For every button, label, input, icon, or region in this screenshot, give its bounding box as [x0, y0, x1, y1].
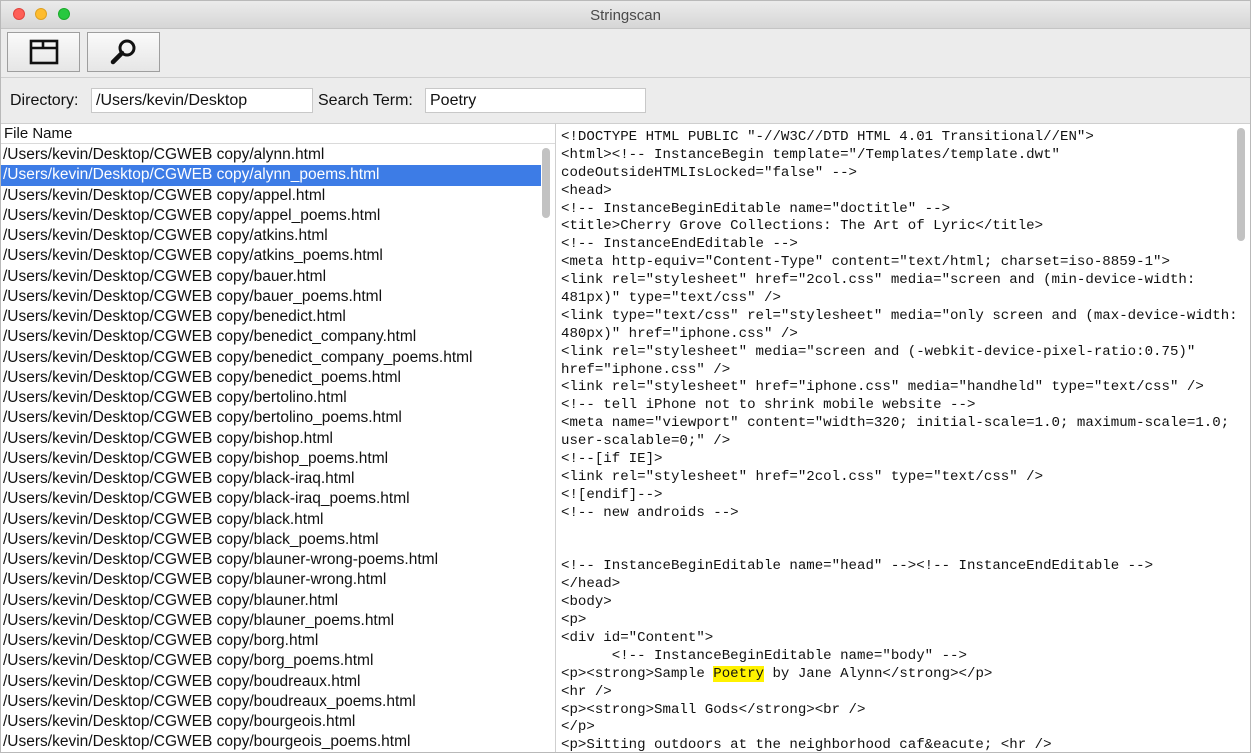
preview-line: <!DOCTYPE HTML PUBLIC "-//W3C//DTD HTML …: [561, 129, 1094, 145]
file-preview-pane: <!DOCTYPE HTML PUBLIC "-//W3C//DTD HTML …: [556, 123, 1250, 753]
file-list-item[interactable]: /Users/kevin/Desktop/CGWEB copy/borg_poe…: [1, 651, 541, 671]
preview-line: <head>: [561, 182, 612, 199]
file-list-item[interactable]: /Users/kevin/Desktop/CGWEB copy/black-ir…: [1, 469, 541, 489]
preview-line: <meta http-equiv="Content-Type" content=…: [561, 254, 1170, 271]
directory-label: Directory:: [10, 92, 79, 109]
preview-line: [561, 523, 1233, 541]
file-list-item[interactable]: /Users/kevin/Desktop/CGWEB copy/black.ht…: [1, 510, 541, 530]
preview-line: </p>: [561, 719, 595, 736]
preview-line: user-scalable=0;" />: [561, 433, 731, 450]
preview-line: <hr />: [561, 683, 612, 700]
file-list-item[interactable]: /Users/kevin/Desktop/CGWEB copy/appel_po…: [1, 206, 541, 226]
folder-icon: [29, 39, 58, 65]
search-term-label: Search Term:: [318, 92, 413, 109]
preview-line: <!-- tell iPhone not to shrink mobile we…: [561, 397, 976, 414]
preview-line: <!-- new androids -->: [561, 504, 739, 521]
preview-scroll-thumb[interactable]: [1237, 128, 1245, 241]
file-list-item[interactable]: /Users/kevin/Desktop/CGWEB copy/benedict…: [1, 368, 541, 388]
preview-line: <div id="Content">: [561, 629, 714, 646]
search-term-input[interactable]: Poetry: [425, 88, 646, 113]
preview-line: <p><strong>Sample Poetry by Jane Alynn</…: [561, 665, 993, 682]
directory-input[interactable]: /Users/kevin/Desktop: [91, 88, 313, 113]
file-list-item[interactable]: /Users/kevin/Desktop/CGWEB copy/bishop_p…: [1, 449, 541, 469]
preview-line: <p>: [561, 612, 587, 629]
preview-line: 481px)" type="text/css" />: [561, 290, 781, 307]
preview-line: codeOutsideHTMLIsLocked="false" -->: [561, 164, 858, 181]
file-list-item[interactable]: /Users/kevin/Desktop/CGWEB copy/atkins.h…: [1, 226, 541, 246]
magnifier-icon: [110, 39, 135, 65]
preview-line: <![endif]-->: [561, 486, 663, 503]
preview-line: <!-- InstanceEndEditable -->: [561, 236, 798, 253]
search-button[interactable]: [87, 32, 160, 72]
preview-line: [561, 540, 1233, 558]
preview-line: <link rel="stylesheet" href="2col.css" m…: [561, 272, 1196, 289]
file-list-item[interactable]: /Users/kevin/Desktop/CGWEB copy/bourgeoi…: [1, 712, 541, 732]
file-list-item[interactable]: /Users/kevin/Desktop/CGWEB copy/atkins_p…: [1, 246, 541, 266]
file-list-item[interactable]: /Users/kevin/Desktop/CGWEB copy/bertolin…: [1, 408, 541, 428]
file-list-scrollbar[interactable]: [541, 146, 552, 752]
preview-line: href="iphone.css" />: [561, 361, 731, 378]
file-list-scroll-thumb[interactable]: [542, 148, 550, 218]
file-list-item[interactable]: /Users/kevin/Desktop/CGWEB copy/bauer.ht…: [1, 267, 541, 287]
preview-line: <link rel="stylesheet" media="screen and…: [561, 343, 1196, 360]
preview-line: <link rel="stylesheet" href="2col.css" t…: [561, 468, 1044, 485]
preview-scrollbar[interactable]: [1236, 126, 1247, 752]
file-list-item[interactable]: /Users/kevin/Desktop/CGWEB copy/benedict…: [1, 327, 541, 347]
preview-line: <link type="text/css" rel="stylesheet" m…: [561, 307, 1238, 324]
file-list-item[interactable]: /Users/kevin/Desktop/CGWEB copy/benedict…: [1, 348, 541, 368]
file-list-item[interactable]: /Users/kevin/Desktop/CGWEB copy/alynn_po…: [1, 165, 541, 186]
search-form: Directory: /Users/kevin/Desktop Search T…: [1, 78, 1250, 122]
file-list-item[interactable]: /Users/kevin/Desktop/CGWEB copy/blauner_…: [1, 611, 541, 631]
file-list-item[interactable]: /Users/kevin/Desktop/CGWEB copy/blauner-…: [1, 550, 541, 570]
preview-line: <body>: [561, 594, 612, 611]
file-list-item[interactable]: /Users/kevin/Desktop/CGWEB copy/appel.ht…: [1, 186, 541, 206]
window-title: Stringscan: [590, 7, 661, 24]
file-list: /Users/kevin/Desktop/CGWEB copy/alynn.ht…: [1, 145, 541, 752]
preview-line: <html><!-- InstanceBegin template="/Temp…: [561, 146, 1060, 163]
file-list-item[interactable]: /Users/kevin/Desktop/CGWEB copy/blauner-…: [1, 570, 541, 590]
preview-line: <!-- InstanceBeginEditable name="head" -…: [561, 558, 1154, 575]
file-list-item[interactable]: /Users/kevin/Desktop/CGWEB copy/borg.htm…: [1, 631, 541, 651]
preview-line: <!-- InstanceBeginEditable name="body" -…: [561, 647, 967, 664]
file-list-item[interactable]: /Users/kevin/Desktop/CGWEB copy/black_po…: [1, 530, 541, 550]
title-bar: Stringscan: [1, 1, 1250, 29]
preview-line: <!-- InstanceBeginEditable name="doctitl…: [561, 200, 951, 217]
file-list-item[interactable]: /Users/kevin/Desktop/CGWEB copy/benedict…: [1, 307, 541, 327]
file-list-item[interactable]: /Users/kevin/Desktop/CGWEB copy/bertolin…: [1, 388, 541, 408]
file-list-item[interactable]: /Users/kevin/Desktop/CGWEB copy/boudreau…: [1, 692, 541, 712]
preview-line: 480px)" href="iphone.css" />: [561, 325, 798, 342]
preview-line: <link rel="stylesheet" href="iphone.css"…: [561, 379, 1204, 396]
file-list-item[interactable]: /Users/kevin/Desktop/CGWEB copy/black-ir…: [1, 489, 541, 509]
preview-line: <!--[if IE]>: [561, 451, 663, 468]
preview-line: <p>Sitting outdoors at the neighborhood …: [561, 737, 1052, 753]
file-list-item[interactable]: /Users/kevin/Desktop/CGWEB copy/boudreau…: [1, 672, 541, 692]
preview-line: </head>: [561, 576, 621, 593]
toolbar: [1, 29, 1250, 78]
preview-line: <meta name="viewport" content="width=320…: [561, 415, 1230, 432]
search-match-highlight: Poetry: [713, 665, 764, 682]
file-list-item[interactable]: /Users/kevin/Desktop/CGWEB copy/alynn.ht…: [1, 145, 541, 165]
file-list-item[interactable]: /Users/kevin/Desktop/CGWEB copy/blauner.…: [1, 591, 541, 611]
file-preview-text[interactable]: <!DOCTYPE HTML PUBLIC "-//W3C//DTD HTML …: [561, 129, 1238, 753]
preview-line: <title>Cherry Grove Collections: The Art…: [561, 218, 1044, 235]
preview-line: <p><strong>Small Gods</strong><br />: [561, 701, 866, 718]
file-name-column-header[interactable]: File Name: [1, 124, 555, 144]
app-window: Stringscan Directory: /Users/kevin/Deskt…: [0, 0, 1251, 753]
file-list-item[interactable]: /Users/kevin/Desktop/CGWEB copy/bauer_po…: [1, 287, 541, 307]
open-folder-button[interactable]: [7, 32, 80, 72]
file-list-item[interactable]: /Users/kevin/Desktop/CGWEB copy/bishop.h…: [1, 429, 541, 449]
file-list-item[interactable]: /Users/kevin/Desktop/CGWEB copy/bourgeoi…: [1, 732, 541, 752]
file-list-pane: File Name /Users/kevin/Desktop/CGWEB cop…: [1, 123, 555, 752]
